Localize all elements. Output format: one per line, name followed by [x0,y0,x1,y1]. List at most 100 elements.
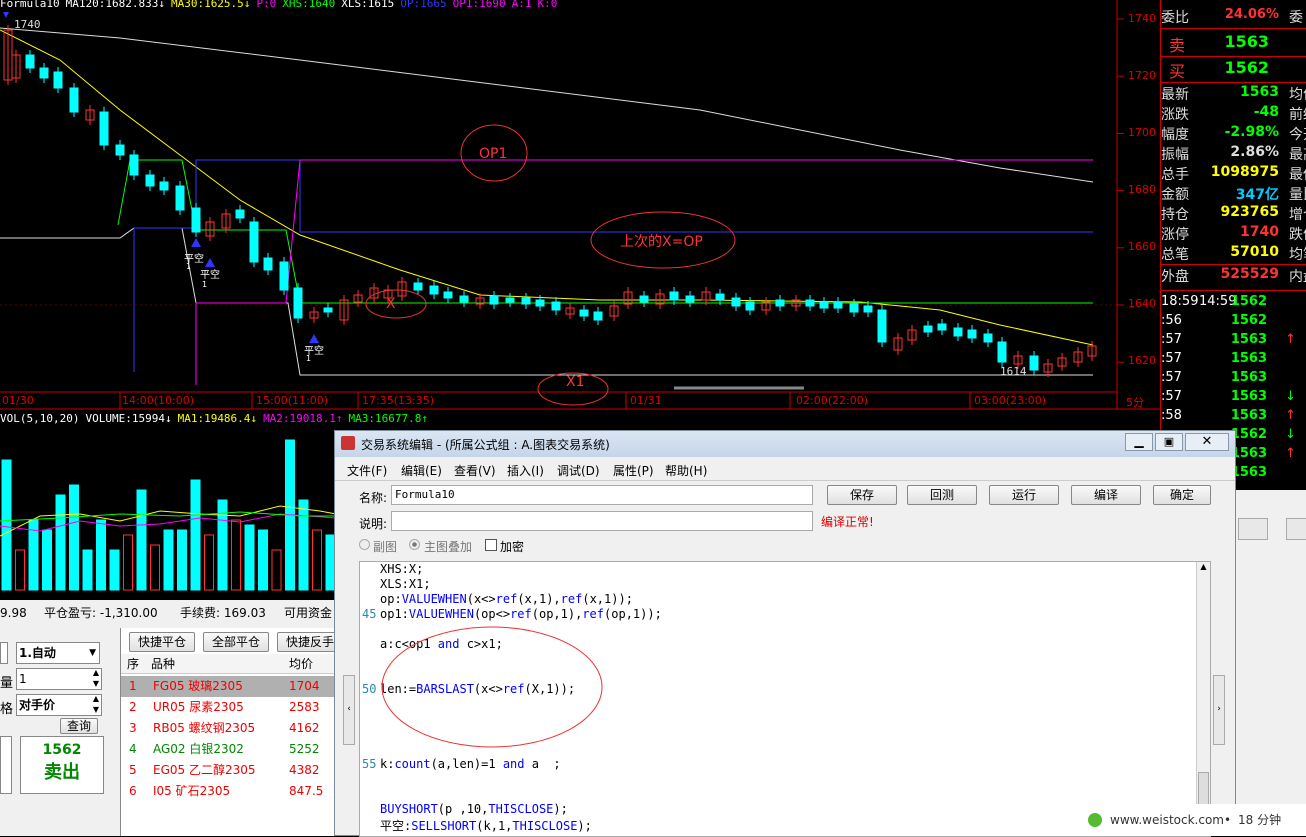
pos-avg: 4162 [289,721,320,735]
position-row[interactable]: 3 RB05 螺纹钢2305 4162 [121,718,336,739]
tick-price: 1563 [1230,370,1267,385]
volume-bar [298,499,309,591]
period-label[interactable]: 5分 [1126,394,1144,410]
candle-body [639,295,649,303]
price-label: 格 [0,702,14,717]
menu-props[interactable]: 属性(P) [613,462,654,479]
code-editor[interactable]: 45 50 55 XHS:X; XLS:X1; op:VALUEWHEN(x<>… [359,561,1211,837]
quote-row: 涨停 1740 跌停 [1161,224,1306,244]
quote-row: 涨跌 -48 前结 [1161,104,1306,124]
scroll-up-icon[interactable]: ▲ [1197,562,1210,571]
kline-chart[interactable]: Formula10 MA120:1682.833↓ MA30:1625.5↓ P:0 X… [0,0,1160,410]
annotation-x: X [386,296,396,312]
code-token: ref [510,607,532,621]
menu-view[interactable]: 查看(V) [454,462,496,479]
quote-row: 振幅 2.86% 最高 [1161,144,1306,164]
code-token: (op<> [473,607,511,621]
spinner-icon[interactable]: ▲ ▼ [93,693,99,715]
volume-readout: VOLUME:15994↓ [85,412,172,425]
y-tick: 1680 [1128,183,1156,196]
right-scroll-arrow[interactable]: › [1213,675,1225,745]
left-scroll-arrow[interactable]: ‹ [343,675,355,745]
op1-line [195,159,1093,385]
col-name: 品种 [151,657,176,671]
tick-time: :58 [1161,408,1182,423]
menu-edit[interactable]: 编辑(E) [401,462,442,479]
order-mode-select[interactable]: 1.自动 ▼ [16,642,100,664]
compile-button[interactable]: 编译 [1071,485,1141,505]
ma120-readout: MA120:1682.833↓ [65,0,165,10]
position-row[interactable]: 5 EG05 乙二醇2305 4382 [121,760,336,781]
query-button[interactable]: 查询 [60,718,98,734]
desc-input[interactable] [391,511,813,531]
scroll-thumb[interactable] [1198,772,1209,808]
menu-insert[interactable]: 插入(I) [507,462,544,479]
close-icon[interactable]: ✕ [1185,433,1229,451]
ask-price[interactable]: 1563 [1224,32,1269,51]
code-token: ref [560,592,583,606]
code-token: (x,1), [517,592,561,606]
sell-price: 1562 [42,742,82,758]
menu-file[interactable]: 文件(F) [347,462,387,479]
run-button[interactable]: 运行 [989,485,1059,505]
minimize-icon[interactable]: ▁ [1125,433,1153,451]
backtest-button[interactable]: 回测 [907,485,977,505]
candle-body [745,301,755,311]
op-readout: OP:1665 [400,0,447,10]
chevron-down-icon[interactable]: ▼ [89,643,96,663]
high-label: 1740 [14,18,41,31]
save-button[interactable]: 保存 [827,485,897,505]
tick-price: 1563 [1230,465,1267,480]
candle-body [323,307,333,313]
avail-funds: 可用资金 [284,606,333,620]
background-window [1236,490,1306,836]
tick-row: :56 1562 [1161,313,1306,333]
candle-body [39,67,49,79]
candle-body [877,309,887,343]
code-token: count [394,757,431,771]
bid-row[interactable]: 买 1562 [1161,58,1306,82]
volume-chart[interactable] [0,426,336,600]
name-input[interactable]: Formula10 [391,485,813,505]
quote-value: 1740 [1240,224,1279,240]
qty-input[interactable]: 1 ▲ ▼ [16,668,102,690]
position-row[interactable]: 4 AG02 白银2302 5252 [121,739,336,760]
position-row[interactable]: 6 I05 矿石2305 847.5 [121,781,336,802]
candle-body [593,311,603,321]
position-row[interactable]: 1 FG05 玻璃2305 1704 [121,676,336,697]
code-token: ); [553,802,568,816]
quote-side-label: 前结 [1289,107,1306,123]
kline-svg[interactable] [0,0,1160,410]
tick-arrow: ↑ [1285,408,1296,423]
menu-help[interactable]: 帮助(H) [665,462,707,479]
spinner-icon[interactable]: ▲ ▼ [93,667,99,689]
dialog-titlebar[interactable]: 交易系统编辑 - (所属公式组 : A.图表交易系统) ▁ ▣ ✕ [335,431,1235,457]
app-icon [341,436,355,450]
price-type-input[interactable]: 对手价 ▲ ▼ [16,694,102,716]
a-readout: A:1 [511,0,532,10]
tick-arrow: ↑ [1285,332,1296,347]
close-all-button[interactable]: 全部平仓 [203,632,269,652]
sell-button[interactable]: 1562 卖出 [20,736,104,794]
radio-sub[interactable] [359,539,370,550]
quote-side-label: 跌停 [1289,227,1306,243]
candle-body [685,295,695,303]
candle-body [967,329,977,339]
radio-main[interactable] [409,539,420,550]
ok-button[interactable]: 确定 [1153,485,1211,505]
tick-row: 18:59 14:59 1562 [1161,294,1306,314]
encrypt-checkbox[interactable] [485,539,497,551]
tick-time: :57 [1161,370,1182,385]
maximize-icon[interactable]: ▣ [1155,433,1183,451]
bid-price[interactable]: 1562 [1224,58,1269,77]
tick-row: :58 1563 ↑ [1161,408,1306,428]
quote-side-label: 增仓 [1289,207,1306,223]
position-row[interactable]: 2 UR05 尿素2305 2583 [121,697,336,718]
menu-debug[interactable]: 调试(D) [557,462,600,479]
code-scrollbar[interactable]: ▲ [1196,562,1210,836]
code-token: and [502,757,525,771]
quick-close-button[interactable]: 快捷平仓 [129,632,195,652]
quote-value: 1563 [1240,84,1279,100]
volume-bar [163,529,174,591]
ask-row[interactable]: 卖 1563 [1161,32,1306,56]
